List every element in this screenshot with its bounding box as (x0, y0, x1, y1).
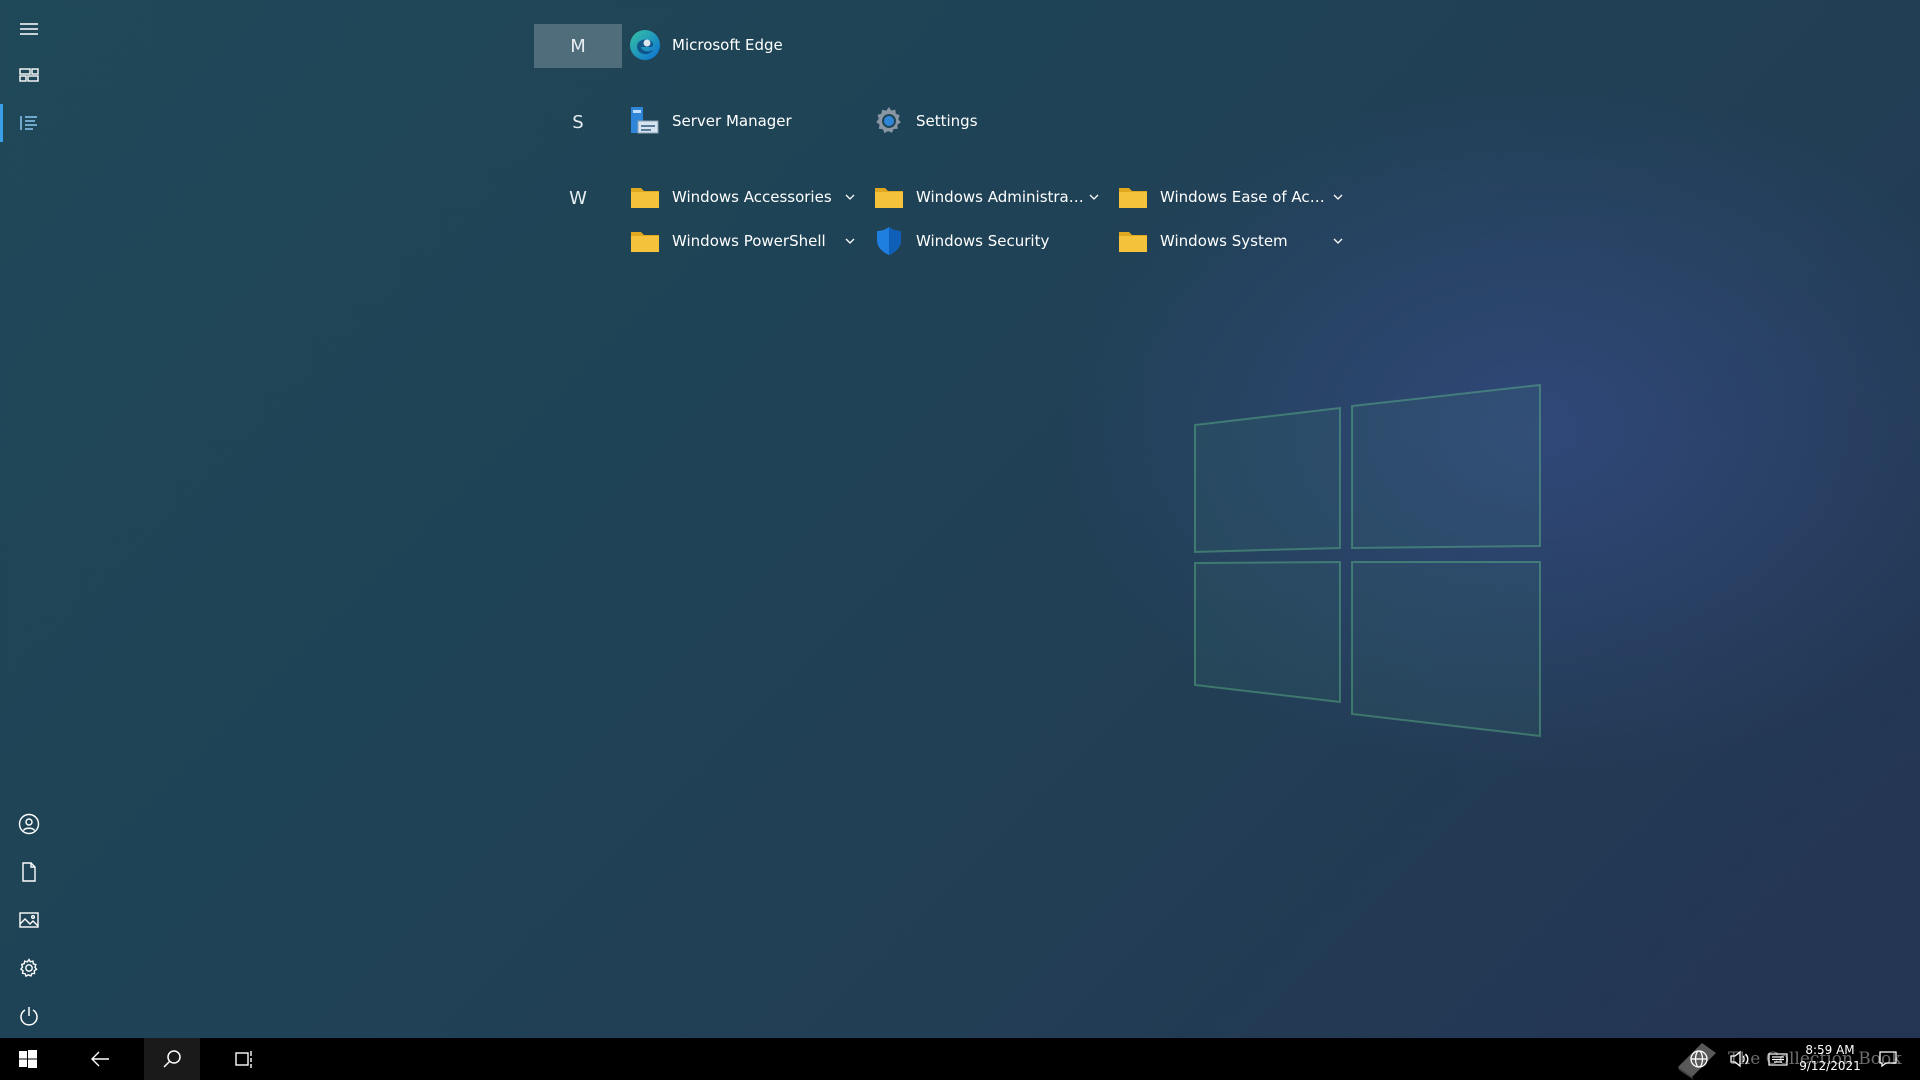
start-menu-rail (0, 0, 58, 1038)
gear-icon (19, 958, 38, 978)
group-letter-s[interactable]: S (534, 100, 622, 144)
power-button[interactable] (0, 993, 58, 1039)
group-letter-m[interactable]: M (534, 24, 622, 68)
folder-icon (631, 232, 659, 252)
pictures-button[interactable] (0, 897, 58, 943)
tiles-icon (19, 68, 39, 82)
app-label: Server Manager (672, 112, 792, 130)
app-server-manager[interactable]: Server Manager (628, 101, 858, 141)
task-view-icon (235, 1051, 252, 1068)
app-label: Windows Accessories (672, 188, 832, 206)
shield-icon (877, 227, 901, 255)
search-icon (163, 1050, 181, 1068)
app-label: Settings (916, 112, 978, 130)
chevron-down-icon[interactable] (1330, 233, 1346, 249)
pinned-tiles-button[interactable] (0, 52, 58, 98)
app-label: Windows PowerShell (672, 232, 826, 250)
app-windows-powershell[interactable]: Windows PowerShell (628, 221, 858, 261)
folder-icon (875, 188, 903, 208)
edge-icon (630, 30, 660, 60)
wallpaper-windows-logo (1194, 383, 1541, 738)
folder-icon (1119, 188, 1147, 208)
start-button[interactable] (0, 1038, 56, 1080)
power-icon (20, 1007, 38, 1026)
expand-menu-button[interactable] (0, 6, 58, 52)
watermark-text: The Collection Book (1728, 1049, 1902, 1069)
settings-button[interactable] (0, 945, 58, 991)
folder-icon (1119, 232, 1147, 252)
app-label: Windows Administrativ... (916, 188, 1086, 206)
search-button[interactable] (144, 1038, 200, 1080)
gear-icon (876, 107, 901, 134)
windows-logo-icon (19, 1050, 37, 1068)
chevron-down-icon[interactable] (842, 233, 858, 249)
back-button[interactable] (72, 1038, 128, 1080)
app-label: Windows Security (916, 232, 1050, 250)
app-microsoft-edge[interactable]: Microsoft Edge (628, 25, 858, 65)
chevron-down-icon[interactable] (1086, 189, 1102, 205)
chevron-down-icon[interactable] (842, 189, 858, 205)
document-icon (22, 862, 36, 882)
app-windows-security[interactable]: Windows Security (872, 221, 1102, 261)
pictures-icon (19, 912, 39, 928)
all-apps-button[interactable] (0, 100, 58, 146)
app-windows-ease-of-access[interactable]: Windows Ease of Access (1116, 177, 1346, 217)
folder-icon (631, 188, 659, 208)
taskbar: 8:59 AM 9/12/2021 (0, 1038, 1920, 1080)
watermark: The Collection Book (1672, 1040, 1902, 1080)
app-settings[interactable]: Settings (872, 101, 1102, 141)
task-view-button[interactable] (216, 1038, 272, 1080)
app-label: Windows System (1160, 232, 1288, 250)
app-windows-accessories[interactable]: Windows Accessories (628, 177, 858, 217)
chevron-down-icon[interactable] (1330, 189, 1346, 205)
hamburger-icon (20, 23, 38, 35)
all-apps-list-icon (20, 116, 37, 130)
app-label: Microsoft Edge (672, 36, 783, 54)
user-icon (18, 813, 40, 835)
app-label: Windows Ease of Access (1160, 188, 1330, 206)
group-letter-w[interactable]: W (534, 176, 622, 220)
back-arrow-icon (91, 1051, 109, 1067)
app-windows-system[interactable]: Windows System (1116, 221, 1346, 261)
account-button[interactable] (0, 801, 58, 847)
documents-button[interactable] (0, 849, 58, 895)
app-windows-administrative-tools[interactable]: Windows Administrativ... (872, 177, 1102, 217)
book-logo-icon (1678, 1043, 1716, 1080)
server-manager-icon (631, 107, 659, 134)
